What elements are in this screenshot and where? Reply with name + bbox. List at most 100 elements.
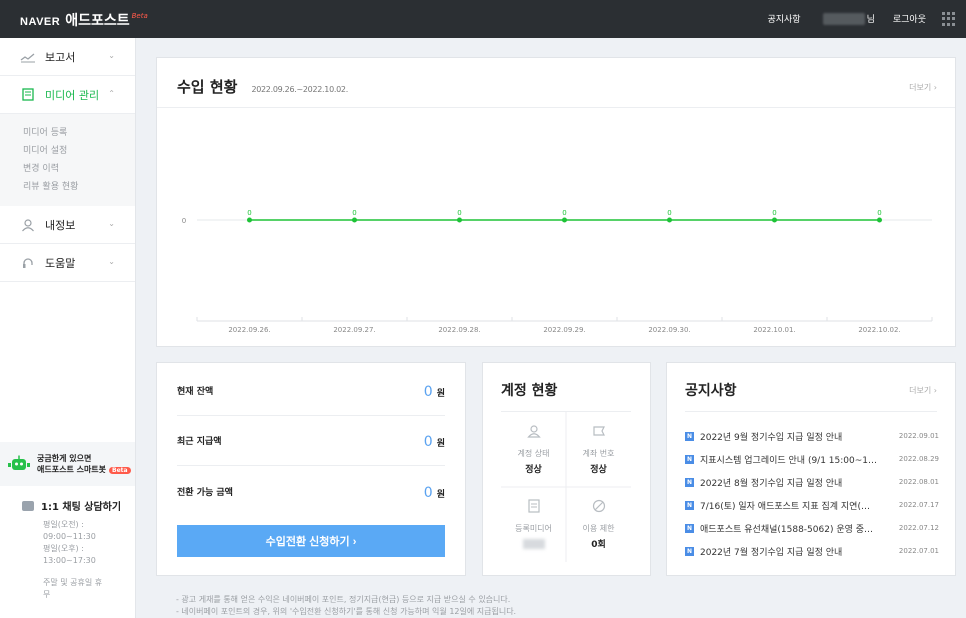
balance-card: 현재 잔액 0원 최근 지급액 0원 전환 가능 금액 0원 수입전환 신청하기…	[156, 362, 466, 576]
notice-item-title: 애드포스트 유선채널(1588-5062) 운영 중…	[700, 524, 874, 535]
bank-account-label: 계좌 번호	[582, 449, 615, 458]
logo[interactable]: NAVER 애드포스트 Beta	[20, 10, 148, 30]
new-badge-icon: N	[685, 500, 694, 510]
chat-consult: 1:1 채팅 상담하기 평일(오전) : 09:00~11:30 평일(오후) …	[22, 498, 134, 601]
chevron-down-icon: ⌄	[108, 51, 115, 60]
notice-item-title: 지표시스템 업그레이드 안내 (9/1 15:00~1…	[700, 455, 878, 466]
notice-more-link[interactable]: 더보기 ›	[909, 385, 937, 396]
submenu-review-usage[interactable]: 리뷰 활용 현황	[23, 178, 135, 196]
convertible-amount-label: 전환 가능 금액	[177, 487, 233, 498]
user-name-blurred	[822, 12, 865, 25]
notice-item-date: 2022.08.01	[898, 478, 939, 486]
new-badge-icon: N	[685, 546, 694, 556]
beta-mark: Beta	[131, 12, 148, 20]
account-state-label: 계정 상태	[517, 449, 550, 458]
current-balance-value: 0	[423, 384, 433, 400]
bank-account-value: 정상	[590, 465, 607, 475]
x-tick-label: 2022.10.01.	[753, 326, 795, 334]
hours-line: 무	[43, 590, 51, 599]
chat-consult-title: 1:1 채팅 상담하기	[41, 502, 122, 513]
more-label: 더보기	[909, 386, 932, 395]
new-badge-icon: N	[685, 523, 694, 533]
data-point	[352, 217, 357, 223]
new-badge-icon: N	[685, 431, 694, 441]
current-balance-row: 현재 잔액 0원	[177, 366, 445, 416]
notice-item-date: 2022.07.01	[898, 547, 939, 555]
chevron-down-icon: ⌄	[108, 257, 115, 266]
naver-brand: NAVER	[20, 16, 61, 28]
account-state-cell: 계정 상태 정상	[501, 412, 566, 487]
data-point	[562, 217, 567, 223]
data-label: 0	[667, 209, 671, 217]
notice-item[interactable]: N 7/16(토) 일자 애드포스트 지표 집계 지연(… 2022.07.17	[685, 498, 939, 512]
data-point	[667, 217, 672, 223]
notice-item[interactable]: N 지표시스템 업그레이드 안내 (9/1 15:00~1… 2022.08.29	[685, 452, 939, 466]
new-badge-icon: N	[685, 454, 694, 464]
apps-grid-icon[interactable]	[942, 12, 956, 26]
notice-item-title: 2022년 8월 정기수입 지급 일정 안내	[700, 478, 843, 489]
chart-line-icon	[20, 50, 36, 64]
submenu-media-register[interactable]: 미디어 등록	[23, 124, 135, 142]
smart-bot-banner[interactable]: 궁금한게 있으면 애드포스트 스마트봇 Beta	[0, 442, 135, 486]
sidebar-item-media[interactable]: 미디어 관리 ⌃	[0, 76, 135, 114]
chat-consult-link[interactable]: 1:1 채팅 상담하기	[22, 498, 134, 513]
sidebar-item-help[interactable]: 도움말 ⌄	[0, 244, 135, 282]
data-point	[247, 217, 252, 223]
user-icon	[20, 218, 36, 232]
sidebar-item-report[interactable]: 보고서 ⌄	[0, 38, 135, 76]
x-tick-label: 2022.09.29.	[543, 326, 585, 334]
notice-item[interactable]: N 2022년 9월 정기수입 지급 일정 안내 2022.09.01	[685, 429, 939, 443]
recent-payment-row: 최근 지급액 0원	[177, 416, 445, 466]
sidebar: 보고서 ⌄ 미디어 관리 ⌃ 미디어 등록 미디어 설정 변경 이력 리뷰 활용…	[0, 38, 136, 618]
chevron-down-icon: ⌄	[108, 219, 115, 228]
currency-unit: 원	[436, 489, 445, 500]
notice-item[interactable]: N 애드포스트 유선채널(1588-5062) 운영 중… 2022.07.12	[685, 521, 939, 535]
app-name: 애드포스트	[65, 13, 130, 29]
notice-link[interactable]: 공지사항	[767, 12, 800, 25]
notice-item[interactable]: N 2022년 7월 정기수입 지급 일정 안내 2022.07.01	[685, 544, 939, 558]
x-tick-label: 2022.09.27.	[333, 326, 375, 334]
registered-media-label: 등록미디어	[515, 524, 552, 533]
income-chart: 0 0 2022.09.26. 0 2022.09.27. 0 2022.09.28. 0 20…	[182, 209, 933, 334]
hours-line: 13:00~17:30	[43, 556, 96, 565]
convertible-amount-value: 0	[423, 484, 433, 501]
notice-item-date: 2022.09.01	[898, 432, 939, 440]
convert-income-button[interactable]: 수입전환 신청하기 ›	[177, 525, 445, 557]
hours-line: 평일(오후) :	[43, 544, 84, 553]
headset-icon	[20, 256, 36, 270]
submenu-change-history[interactable]: 변경 이력	[23, 160, 135, 178]
chat-hours: 평일(오전) : 09:00~11:30 평일(오후) : 13:00~17:3…	[43, 519, 134, 601]
income-card: 수입 현황 2022.09.26.~2022.10.02. 더보기 › 0 0 20…	[156, 57, 956, 347]
hours-line: 주말 및 공휴일 휴	[43, 578, 103, 587]
sidebar-item-my-info[interactable]: 내정보 ⌄	[0, 206, 135, 244]
sidebar-item-label: 도움말	[45, 256, 76, 270]
account-status-grid: 계정 상태 정상 계좌 번호 정상 등록미디어 이용 제한 0회	[501, 411, 631, 562]
media-icon	[20, 88, 36, 102]
data-point	[457, 217, 462, 223]
logout-link[interactable]: 로그아웃	[893, 12, 926, 25]
account-icon	[566, 424, 631, 442]
submenu-media-settings[interactable]: 미디어 설정	[23, 142, 135, 160]
chevron-up-icon: ⌃	[108, 89, 115, 98]
footnote-line: - 광고 게재를 통해 얻은 수익은 네이버페이 포인트, 정기지급(현금) 등…	[176, 595, 511, 604]
currency-unit: 원	[436, 389, 445, 399]
data-point	[877, 217, 882, 223]
x-tick-label: 2022.09.30.	[648, 326, 690, 334]
new-badge-icon: N	[685, 477, 694, 487]
sidebar-item-label: 미디어 관리	[45, 88, 100, 102]
top-nav: 공지사항 님 로그아웃	[767, 12, 926, 25]
beta-badge: Beta	[109, 467, 131, 474]
data-point	[772, 217, 777, 223]
usage-limit-value: 0회	[591, 540, 606, 550]
notice-card: 공지사항 더보기 › N 2022년 9월 정기수입 지급 일정 안내 2022.0…	[666, 362, 956, 576]
notice-item[interactable]: N 2022년 8월 정기수입 지급 일정 안내 2022.08.01	[685, 475, 939, 489]
notice-item-title: 2022년 7월 정기수입 지급 일정 안내	[700, 547, 843, 558]
sidebar-item-label: 내정보	[45, 218, 76, 232]
usage-limit-label: 이용 제한	[582, 524, 615, 533]
x-tick-label: 2022.09.28.	[438, 326, 480, 334]
media-submenu: 미디어 등록 미디어 설정 변경 이력 리뷰 활용 현황	[0, 114, 135, 206]
user-suffix: 님	[866, 15, 875, 25]
convertible-amount-row: 전환 가능 금액 0원	[177, 466, 445, 516]
current-balance-label: 현재 잔액	[177, 387, 214, 397]
income-more-link[interactable]: 더보기 ›	[909, 82, 937, 93]
